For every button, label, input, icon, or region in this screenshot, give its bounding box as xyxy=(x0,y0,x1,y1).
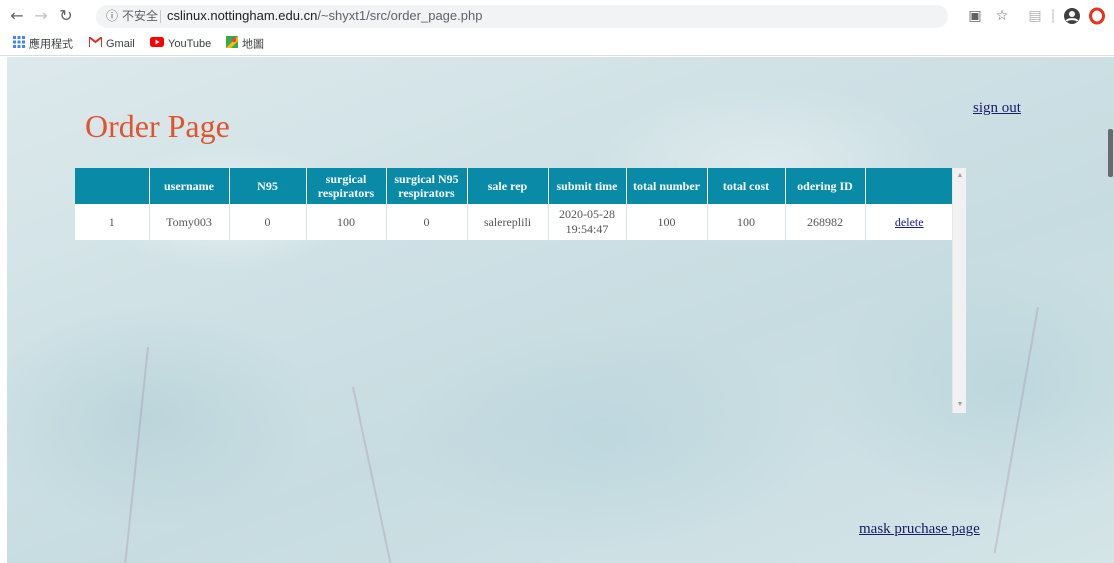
bookmark-label: YouTube xyxy=(168,38,212,50)
translate-icon[interactable]: ▣ xyxy=(966,7,984,25)
cell-index: 1 xyxy=(75,204,150,240)
youtube-icon xyxy=(150,36,164,52)
bookmark-youtube[interactable]: YouTube xyxy=(150,36,211,52)
apps-grid-icon xyxy=(13,36,25,53)
cell-surgical-n95: 0 xyxy=(386,204,468,240)
cell-surgical: 100 xyxy=(306,204,387,240)
maps-icon xyxy=(226,36,238,53)
reload-icon[interactable]: ↻ xyxy=(57,7,75,25)
forward-arrow-icon[interactable]: → xyxy=(32,7,50,25)
cell-order-id: 268982 xyxy=(785,204,866,240)
page-title: Order Page xyxy=(85,108,230,144)
url-path: /~shyxt1/src/order_page.php xyxy=(317,8,483,23)
orders-table-container: username N95 surgical respirators surgic… xyxy=(75,168,967,414)
opera-extension-icon[interactable] xyxy=(1088,7,1106,25)
scroll-up-arrow-icon[interactable]: ▲ xyxy=(956,172,964,180)
column-header: surgical respirators xyxy=(306,168,387,204)
bookmark-gmail[interactable]: Gmail xyxy=(88,35,135,52)
sign-out-link[interactable]: sign out xyxy=(973,100,1021,117)
toolbar-divider xyxy=(1052,9,1054,23)
gmail-icon xyxy=(88,35,103,52)
column-header xyxy=(865,168,953,204)
delete-link[interactable]: delete xyxy=(895,215,924,229)
orders-table: username N95 surgical respirators surgic… xyxy=(75,168,953,240)
cell-total-cost: 100 xyxy=(707,204,786,240)
cell-username: Tomy003 xyxy=(149,204,230,240)
bookmark-label: Gmail xyxy=(106,38,135,50)
column-header: sale rep xyxy=(467,168,549,204)
insecure-label: 不安全 xyxy=(122,9,159,23)
browser-toolbar: ← → ↻ ⓘ 不安全 cslinux.nottingham.edu.cn/~s… xyxy=(0,0,1114,33)
url-host: cslinux.nottingham.edu.cn xyxy=(167,8,318,23)
url-text[interactable]: cslinux.nottingham.edu.cn/~shyxt1/src/or… xyxy=(167,6,482,26)
profile-avatar-icon[interactable] xyxy=(1063,7,1081,25)
cell-submit-time: 2020-05-28 19:54:47 xyxy=(548,204,627,240)
cell-action: delete xyxy=(865,204,953,240)
bookmark-label: 應用程式 xyxy=(29,38,73,51)
cell-n95: 0 xyxy=(229,204,307,240)
column-header: odering ID xyxy=(785,168,866,204)
back-arrow-icon[interactable]: ← xyxy=(8,7,26,25)
address-separator xyxy=(160,10,161,23)
column-header: total number xyxy=(626,168,708,204)
table-scrollbar[interactable]: ▲ ▼ xyxy=(952,168,966,413)
page-scrollbar-thumb[interactable] xyxy=(1108,129,1113,177)
column-header: surgical N95 respirators xyxy=(386,168,468,204)
bookmarks-bar: 應用程式 Gmail YouTube 地圖 xyxy=(0,33,1114,56)
page-background: Order Page sign out username N95 surgica… xyxy=(7,57,1114,563)
marble-vein xyxy=(993,307,1039,554)
table-header-row: username N95 surgical respirators surgic… xyxy=(75,168,953,204)
table-row: 1 Tomy003 0 100 0 salereplili 2020-05-28… xyxy=(75,204,953,240)
mask-purchase-link[interactable]: mask pruchase page xyxy=(859,521,980,538)
info-icon[interactable]: ⓘ xyxy=(106,6,118,26)
bookmark-maps[interactable]: 地圖 xyxy=(226,36,264,52)
scroll-down-arrow-icon[interactable]: ▼ xyxy=(956,401,964,409)
cell-sale-rep: salereplili xyxy=(467,204,549,240)
star-icon[interactable]: ☆ xyxy=(993,7,1011,25)
bookmark-apps[interactable]: 應用程式 xyxy=(13,36,73,52)
cell-total-number: 100 xyxy=(626,204,708,240)
column-header: total cost xyxy=(707,168,786,204)
column-header: username xyxy=(149,168,230,204)
column-header: N95 xyxy=(229,168,307,204)
column-header xyxy=(75,168,150,204)
bookmark-label: 地圖 xyxy=(242,38,264,51)
column-header: submit time xyxy=(548,168,627,204)
extension-icon[interactable]: ▤ xyxy=(1028,7,1042,25)
